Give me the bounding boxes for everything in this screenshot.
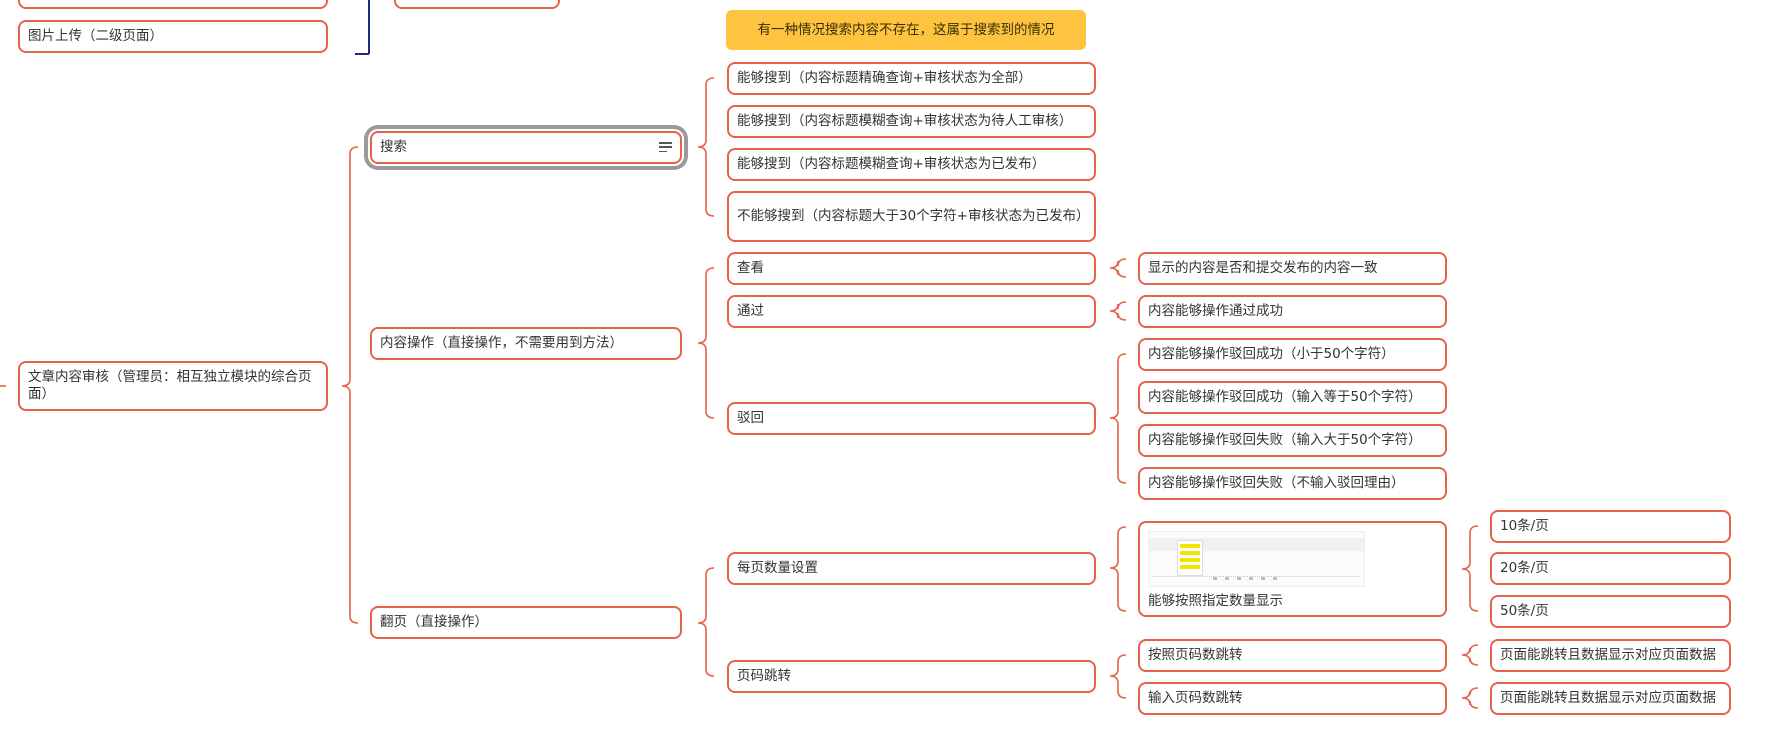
mindmap-canvas: 图片上传（二级页面） 文章内容审核（管理员：相互独立模块的综合页面） 搜索 内容… <box>0 0 1770 736</box>
paging-per-page[interactable]: 每页数量设置 <box>727 552 1096 585</box>
node-paging-label: 翻页（直接操作） <box>380 614 488 630</box>
per-page-option-20[interactable]: 20条/页 <box>1490 552 1731 585</box>
result-reject-1[interactable]: 内容能够操作驳回成功（小于50个字符） <box>1138 338 1447 371</box>
thumbnail-pager <box>1153 576 1360 582</box>
jump-method-label: 按照页码数跳转 <box>1148 647 1243 663</box>
node-search[interactable]: 搜索 <box>370 131 682 164</box>
op-approve[interactable]: 通过 <box>727 295 1096 328</box>
result-per-page-label: 能够按照指定数量显示 <box>1148 593 1283 609</box>
node-content-review[interactable]: 文章内容审核（管理员：相互独立模块的综合页面） <box>18 361 328 411</box>
node-image-upload-label: 图片上传（二级页面） <box>28 28 163 44</box>
jump-method-input[interactable]: 输入页码数跳转 <box>1138 682 1447 715</box>
result-label: 内容能够操作驳回成功（输入等于50个字符） <box>1148 389 1422 405</box>
node-content-review-label: 文章内容审核（管理员：相互独立模块的综合页面） <box>28 369 312 402</box>
result-reject-3[interactable]: 内容能够操作驳回失败（输入大于50个字符） <box>1138 424 1447 457</box>
result-approve[interactable]: 内容能够操作通过成功 <box>1138 295 1447 328</box>
node-content-ops[interactable]: 内容操作（直接操作，不需要用到方法） <box>370 327 682 360</box>
search-case-3[interactable]: 能够搜到（内容标题模糊查询+审核状态为已发布） <box>727 148 1096 181</box>
connector-jump-methods <box>1109 654 1127 699</box>
paging-jump[interactable]: 页码跳转 <box>727 660 1096 693</box>
op-approve-label: 通过 <box>737 303 764 319</box>
result-label: 内容能够操作驳回成功（小于50个字符） <box>1148 346 1395 362</box>
per-page-option-50[interactable]: 50条/页 <box>1490 595 1731 628</box>
search-case-1[interactable]: 能够搜到（内容标题精确查询+审核状态为全部） <box>727 62 1096 95</box>
search-case-label: 能够搜到（内容标题模糊查询+审核状态为已发布） <box>737 156 1046 172</box>
connector-jump-result-1 <box>1461 644 1479 666</box>
result-label: 显示的内容是否和提交发布的内容一致 <box>1148 260 1378 276</box>
jump-result-2[interactable]: 页面能跳转且数据显示对应页面数据 <box>1490 682 1731 715</box>
jump-result-1[interactable]: 页面能跳转且数据显示对应页面数据 <box>1490 639 1731 672</box>
node-paging[interactable]: 翻页（直接操作） <box>370 606 682 639</box>
jump-result-label: 页面能跳转且数据显示对应页面数据 <box>1500 647 1716 663</box>
jump-result-label: 页面能跳转且数据显示对应页面数据 <box>1500 690 1716 706</box>
connector-perpage-options <box>1461 525 1479 612</box>
result-reject-4[interactable]: 内容能够操作驳回失败（不输入驳回理由） <box>1138 467 1447 500</box>
paging-jump-label: 页码跳转 <box>737 668 791 684</box>
result-view[interactable]: 显示的内容是否和提交发布的内容一致 <box>1138 252 1447 285</box>
connector-perpage-result <box>1109 526 1127 612</box>
result-label: 内容能够操作驳回失败（输入大于50个字符） <box>1148 432 1422 448</box>
node-truncated-top-mid[interactable] <box>394 0 560 9</box>
op-view[interactable]: 查看 <box>727 252 1096 285</box>
op-reject[interactable]: 驳回 <box>727 402 1096 435</box>
per-page-option-label: 10条/页 <box>1500 518 1549 534</box>
per-page-option-label: 20条/页 <box>1500 560 1549 576</box>
result-per-page[interactable]: 能够按照指定数量显示 <box>1138 521 1447 617</box>
op-view-label: 查看 <box>737 260 764 276</box>
result-label: 内容能够操作通过成功 <box>1148 303 1283 319</box>
connector-jump-result-2 <box>1461 687 1479 709</box>
node-truncated-top-left[interactable] <box>18 0 328 9</box>
search-case-4[interactable]: 不能够搜到（内容标题大于30个字符+审核状态为已发布） <box>727 191 1096 242</box>
result-reject-2[interactable]: 内容能够操作驳回成功（输入等于50个字符） <box>1138 381 1447 414</box>
jump-method-label: 输入页码数跳转 <box>1148 690 1243 706</box>
node-image-upload[interactable]: 图片上传（二级页面） <box>18 20 328 53</box>
callout-search-note[interactable]: 有一种情况搜索内容不存在，这属于搜索到的情况 <box>726 10 1086 50</box>
connector-approve-result <box>1109 301 1127 321</box>
per-page-option-label: 50条/页 <box>1500 603 1549 619</box>
result-label: 内容能够操作驳回失败（不输入驳回理由） <box>1148 475 1405 491</box>
node-search-label: 搜索 <box>380 139 407 155</box>
connector-review-children <box>341 146 359 624</box>
connector-search-children <box>697 77 715 217</box>
per-page-option-10[interactable]: 10条/页 <box>1490 510 1731 543</box>
search-case-label: 不能够搜到（内容标题大于30个字符+审核状态为已发布） <box>737 208 1090 224</box>
search-case-2[interactable]: 能够搜到（内容标题模糊查询+审核状态为待人工审核） <box>727 105 1096 138</box>
connector-reject-results <box>1109 353 1127 484</box>
note-icon[interactable] <box>659 142 672 152</box>
paging-per-page-label: 每页数量设置 <box>737 560 818 576</box>
thumbnail-dropdown <box>1177 540 1203 576</box>
op-reject-label: 驳回 <box>737 410 764 426</box>
callout-search-note-label: 有一种情况搜索内容不存在，这属于搜索到的情况 <box>757 21 1055 38</box>
search-case-label: 能够搜到（内容标题精确查询+审核状态为全部） <box>737 70 1032 86</box>
node-content-ops-label: 内容操作（直接操作，不需要用到方法） <box>380 335 623 351</box>
search-case-label: 能够搜到（内容标题模糊查询+审核状态为待人工审核） <box>737 113 1073 129</box>
connector-ops-children <box>697 267 715 419</box>
connector-view-result <box>1109 258 1127 278</box>
jump-method-page-number[interactable]: 按照页码数跳转 <box>1138 639 1447 672</box>
connector-paging-children <box>697 567 715 677</box>
pagination-screenshot-thumbnail <box>1148 531 1365 587</box>
